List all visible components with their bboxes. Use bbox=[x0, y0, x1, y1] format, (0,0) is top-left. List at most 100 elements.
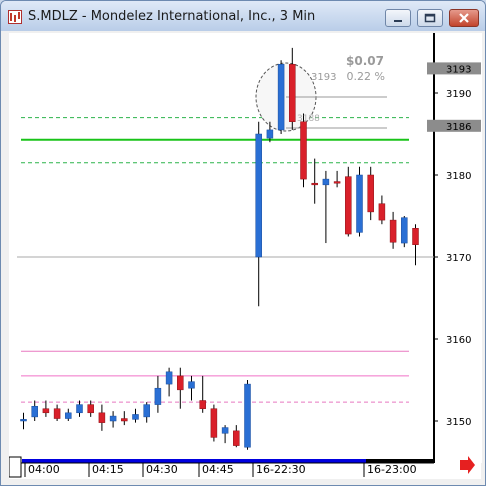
candle-body bbox=[389, 219, 397, 243]
candle[interactable] bbox=[389, 211, 397, 249]
candle[interactable] bbox=[165, 367, 173, 397]
candle-body bbox=[42, 408, 50, 414]
candle[interactable] bbox=[412, 224, 419, 266]
candle-body bbox=[53, 408, 61, 419]
candle[interactable] bbox=[31, 400, 38, 422]
candle-body bbox=[221, 427, 229, 434]
candle-body bbox=[356, 174, 363, 233]
candle[interactable] bbox=[210, 404, 218, 442]
candle[interactable] bbox=[367, 166, 374, 221]
overlay-label-top: 3193 bbox=[311, 72, 336, 83]
candle-body bbox=[20, 419, 27, 422]
candle-body bbox=[378, 203, 386, 221]
candle-body bbox=[255, 133, 262, 258]
price-highlight-label: 3193 bbox=[446, 64, 471, 75]
candle-body bbox=[143, 404, 150, 418]
candle-body bbox=[132, 414, 139, 420]
candle-body bbox=[401, 217, 408, 244]
title-bar[interactable]: S.MDLZ - Mondelez International, Inc., 3… bbox=[1, 1, 485, 31]
candle-body bbox=[154, 387, 162, 405]
candle-body bbox=[109, 415, 117, 422]
candle-body bbox=[300, 121, 307, 180]
time-tick-label: 04:15 bbox=[92, 463, 124, 476]
price-tick-label: 3190 bbox=[446, 89, 471, 100]
price-tick-label: 3150 bbox=[446, 417, 471, 428]
candle[interactable] bbox=[65, 408, 72, 421]
chart-area[interactable]: $0.07 0.22 % 3193 3188 3190 3180 3170 3160 3… bbox=[9, 33, 482, 479]
candle[interactable] bbox=[356, 166, 363, 237]
candle[interactable] bbox=[76, 400, 83, 417]
overlay-percent: 0.22 % bbox=[347, 70, 385, 83]
candle[interactable] bbox=[233, 425, 240, 448]
candle[interactable] bbox=[121, 411, 128, 426]
candle-body bbox=[322, 178, 330, 186]
candle[interactable] bbox=[322, 170, 330, 244]
candle[interactable] bbox=[244, 380, 251, 450]
price-highlight-label: 3186 bbox=[446, 122, 471, 133]
candle[interactable] bbox=[199, 375, 206, 413]
price-tick-label: 3160 bbox=[446, 335, 471, 346]
candle-body bbox=[76, 404, 83, 414]
candle[interactable] bbox=[109, 411, 117, 428]
candle-body bbox=[289, 64, 296, 122]
candle[interactable] bbox=[289, 47, 296, 130]
overlay-change: $0.07 bbox=[346, 54, 384, 68]
candle[interactable] bbox=[132, 408, 139, 423]
candle-body bbox=[233, 430, 240, 446]
candle-body bbox=[98, 412, 106, 423]
candle-body bbox=[87, 404, 94, 414]
candle[interactable] bbox=[143, 402, 150, 423]
restore-icon bbox=[424, 13, 436, 23]
candle-body bbox=[177, 375, 184, 391]
candle-body bbox=[165, 371, 173, 385]
chart-app-icon bbox=[8, 10, 22, 24]
candle[interactable] bbox=[221, 425, 229, 444]
time-tick-label: 04:45 bbox=[202, 463, 234, 476]
time-tick-label: 16-23:00 bbox=[367, 463, 417, 476]
scroll-right-arrow-icon[interactable] bbox=[460, 456, 475, 474]
candle[interactable] bbox=[401, 216, 408, 248]
minimize-icon bbox=[394, 20, 402, 22]
candle-body bbox=[65, 412, 72, 419]
candle[interactable] bbox=[277, 60, 285, 134]
candle-body bbox=[188, 381, 195, 389]
candle[interactable] bbox=[255, 121, 262, 307]
time-axis-corner[interactable] bbox=[9, 456, 22, 478]
candle[interactable] bbox=[300, 113, 307, 188]
candle-body bbox=[199, 400, 206, 409]
candle[interactable] bbox=[154, 375, 162, 413]
candle[interactable] bbox=[98, 404, 106, 431]
candle[interactable] bbox=[188, 375, 195, 401]
candle[interactable] bbox=[311, 158, 318, 204]
overlay-label-mid: 3188 bbox=[297, 114, 320, 124]
candle-body bbox=[31, 405, 38, 418]
time-tick-label: 16-22:30 bbox=[256, 463, 306, 476]
candle[interactable] bbox=[333, 170, 341, 188]
close-button[interactable] bbox=[449, 9, 479, 27]
candlestick-chart[interactable]: $0.07 0.22 % 3193 3188 3190 3180 3170 3160 3… bbox=[9, 33, 481, 479]
candle-body bbox=[266, 129, 274, 139]
candle[interactable] bbox=[53, 404, 61, 421]
time-tick-label: 04:30 bbox=[146, 463, 178, 476]
price-tick-label: 3180 bbox=[446, 171, 471, 182]
time-tick-label: 04:00 bbox=[28, 463, 60, 476]
price-tick-label: 3170 bbox=[446, 253, 471, 264]
candle-body bbox=[367, 174, 374, 213]
candle[interactable] bbox=[20, 412, 27, 430]
candle[interactable] bbox=[87, 400, 94, 417]
candle[interactable] bbox=[345, 166, 352, 237]
candle-body bbox=[277, 64, 285, 131]
candle-body bbox=[210, 408, 218, 438]
time-axis-bar bbox=[22, 459, 366, 463]
candle-body bbox=[244, 383, 251, 448]
candle[interactable] bbox=[378, 195, 386, 225]
candle[interactable] bbox=[42, 400, 50, 417]
candle-body bbox=[121, 418, 128, 422]
restore-button[interactable] bbox=[417, 9, 443, 27]
candle-body bbox=[345, 176, 352, 235]
candle-body bbox=[333, 181, 341, 184]
minimize-button[interactable] bbox=[385, 9, 411, 27]
close-icon bbox=[459, 13, 469, 23]
chart-window: S.MDLZ - Mondelez International, Inc., 3… bbox=[0, 0, 486, 486]
candle-body bbox=[311, 182, 318, 186]
